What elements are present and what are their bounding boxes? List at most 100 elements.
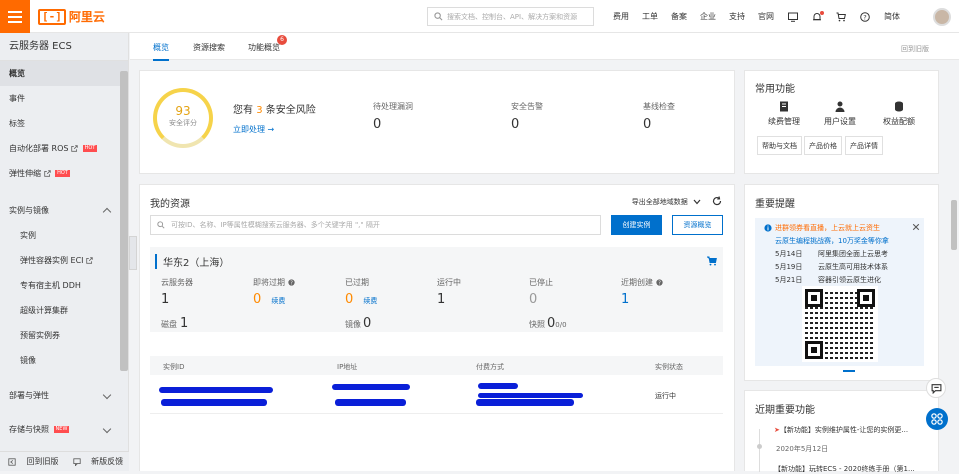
renewal-icon [780, 101, 788, 112]
notice-subline[interactable]: 云原生编程挑战赛，10万奖金等你拿 [775, 236, 889, 246]
user-settings-shortcut[interactable]: 用户设置 [818, 101, 862, 127]
sidebar-group-deploy[interactable]: 部署与弹性 [0, 383, 128, 408]
stat-stopped-value[interactable]: 0 [529, 292, 537, 307]
menu-icon[interactable] [0, 0, 30, 33]
redacted-billing [478, 393, 583, 398]
help-icon[interactable]: ? [860, 11, 870, 22]
cart-icon[interactable] [836, 12, 846, 22]
event-text-1[interactable]: 阿里集团全面上云思考 [818, 249, 888, 259]
monitor-icon[interactable] [788, 12, 798, 22]
nav-support[interactable]: 支持 [729, 11, 745, 22]
security-score-gauge: 93 安全评分 [153, 88, 213, 148]
stat-expiring-value[interactable]: 0 续费 [253, 292, 285, 307]
sidebar-item-autoscaling[interactable]: 弹性伸缩 HOT [0, 161, 128, 186]
notices-card: 重要提醒 进群领券看直播，上云就上云资生 云原生编程挑战赛，10万奖金等你拿 5… [744, 184, 939, 381]
notice-headline[interactable]: 进群领券看直播，上云就上云资生 [775, 223, 880, 233]
chat-float-button[interactable] [926, 378, 946, 398]
language-switch[interactable]: 简体 [884, 11, 900, 22]
nav-tickets[interactable]: 工单 [642, 11, 658, 22]
new-feature-item-2[interactable]: 【新功能】玩转ECS - 2020终练手册（第1... [774, 464, 915, 474]
sidebar-item-overview[interactable]: 概览 [0, 61, 128, 86]
tab-overview[interactable]: 概览 [153, 42, 169, 61]
external-link-icon [86, 257, 93, 264]
renew-link[interactable]: 续费 [271, 297, 285, 305]
stat-expired-value[interactable]: 0 续费 [345, 292, 377, 307]
sidebar-item-instances[interactable]: 实例 [0, 223, 128, 248]
region-panel: 华东2（上海） 云服务器 1 即将过期 ? 0 续费 已过期 0 续费 运行中 … [150, 247, 723, 332]
event-text-3[interactable]: 容器引领云原生进化 [818, 275, 881, 285]
tab-resource-search[interactable]: 资源搜索 [193, 42, 225, 53]
sidebar-item-autoscaling-label: 弹性伸缩 [9, 169, 41, 178]
sidebar-scrollbar[interactable] [120, 71, 128, 371]
resource-overview-button[interactable]: 资源概览 [672, 215, 723, 235]
sidebar-item-events[interactable]: 事件 [0, 86, 128, 111]
nav-fees[interactable]: 费用 [613, 11, 629, 22]
sidebar-collapse-handle[interactable] [129, 236, 137, 270]
snapshot-value[interactable]: 00/0 [547, 316, 567, 331]
sidebar-item-tags[interactable]: 标签 [0, 111, 128, 136]
new-feature-item-1[interactable]: ➤【新功能】实例维护属性-让您的实例更... [774, 425, 908, 435]
sidebar-item-ddh[interactable]: 专有宿主机 DDH [0, 273, 128, 298]
back-old-version-button[interactable]: 回到旧版 [8, 456, 59, 467]
pricing-button[interactable]: 产品价格 [804, 136, 842, 155]
stat-recent-value[interactable]: 1 [621, 292, 629, 307]
stat-stopped-label: 已停止 [529, 278, 553, 287]
carousel-indicator[interactable] [843, 370, 855, 372]
cart-icon[interactable] [707, 256, 717, 266]
global-search-input[interactable]: 搜索文档、控制台、API、解决方案和资源 [427, 7, 594, 26]
feedback-button[interactable]: 新版反馈 [72, 456, 123, 467]
page-scrollbar[interactable] [951, 200, 957, 250]
fix-now-link[interactable]: 立即处理 → [233, 124, 274, 135]
security-alert-value[interactable]: 0 [511, 117, 519, 132]
stat-recent-label: 近期创建 ? [621, 277, 663, 288]
nav-icp[interactable]: 备案 [671, 11, 687, 22]
stat-ecs-value[interactable]: 1 [161, 292, 169, 307]
pending-vuln-value[interactable]: 0 [373, 117, 381, 132]
sidebar-group-storage-label: 存储与快照 [9, 425, 49, 434]
help-icon[interactable]: ? [655, 279, 663, 286]
security-risk-text: 您有 3 条安全风险 [233, 101, 316, 116]
refresh-icon[interactable] [712, 196, 722, 206]
snapshot-label: 快照 [529, 320, 545, 329]
qr-finder [805, 289, 823, 307]
sidebar-group-instances[interactable]: 实例与镜像 [0, 198, 128, 223]
close-icon[interactable] [912, 223, 920, 231]
risk-count: 3 [256, 105, 263, 116]
renew-link[interactable]: 续费 [363, 297, 377, 305]
disk-value[interactable]: 1 [180, 316, 188, 331]
help-docs-button[interactable]: 帮助与文档 [757, 136, 802, 155]
apps-float-button[interactable] [926, 408, 948, 430]
tab-feature-overview[interactable]: 功能概览 [248, 42, 280, 53]
aliyun-logo[interactable]: [-] 阿里云 [38, 8, 105, 25]
event-text-2[interactable]: 云原生高可用技术体系 [818, 262, 888, 272]
svg-text:?: ? [863, 13, 866, 21]
stat-running-value[interactable]: 1 [437, 292, 445, 307]
sidebar-item-scc[interactable]: 超级计算集群 [0, 298, 128, 323]
sidebar-item-eci[interactable]: 弹性容器实例 ECI [0, 248, 128, 273]
help-icon[interactable]: ? [287, 279, 295, 286]
sidebar-item-reserved[interactable]: 预留实例券 [0, 323, 128, 348]
product-details-button[interactable]: 产品详情 [845, 136, 883, 155]
baseline-check-value[interactable]: 0 [643, 117, 651, 132]
renewal-management-shortcut[interactable]: 续费管理 [762, 101, 806, 127]
resource-filter-input[interactable]: 可按ID、名称、IP等属性模糊搜索云服务器、多个关键字用 "," 隔开 [150, 215, 601, 235]
user-avatar[interactable] [933, 8, 951, 26]
sidebar-item-images[interactable]: 镜像 [0, 348, 128, 373]
sidebar-group-storage[interactable]: 存储与快照 NEW [0, 417, 128, 442]
user-settings-label: 用户设置 [824, 117, 856, 126]
nav-official-site[interactable]: 官网 [758, 11, 774, 22]
export-all-button[interactable]: 导出全部地域数据 [632, 197, 701, 207]
create-instance-button[interactable]: 创建实例 [611, 215, 662, 235]
notification-bell[interactable] [812, 10, 824, 22]
back-icon [8, 457, 16, 466]
back-old-version-link[interactable]: 回到旧版 [901, 44, 929, 54]
image-value[interactable]: 0 [363, 316, 371, 331]
event-date-1: 5月14日 [775, 250, 803, 258]
external-link-icon [43, 170, 51, 177]
redacted-instance-id [159, 387, 273, 393]
nav-enterprise[interactable]: 企业 [700, 11, 716, 22]
hot-badge: HOT [82, 145, 98, 152]
sidebar-item-ros[interactable]: 自动化部署 ROS HOT [0, 136, 128, 161]
quota-shortcut[interactable]: 权益配额 [877, 101, 921, 127]
instance-row[interactable]: 运行中 [150, 377, 723, 414]
